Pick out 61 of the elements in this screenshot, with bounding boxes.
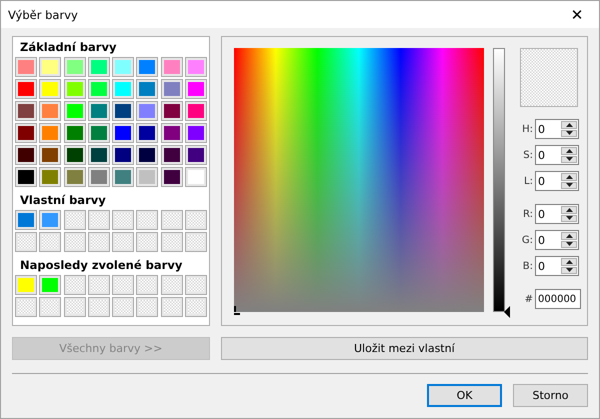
caret-up-icon bbox=[566, 174, 572, 179]
caret-up-icon bbox=[566, 148, 572, 153]
empty-swatch[interactable] bbox=[39, 297, 62, 317]
spin-field[interactable]: 0 bbox=[535, 230, 579, 250]
field-label: R: bbox=[522, 208, 534, 220]
spin-field[interactable]: 0 bbox=[535, 256, 579, 276]
hex-field[interactable]: 000000 bbox=[535, 289, 581, 309]
section-heading: Základní barvy bbox=[19, 40, 118, 56]
close-button[interactable]: ✕ bbox=[555, 6, 599, 24]
spin-up-button[interactable] bbox=[561, 206, 577, 214]
dialog-button[interactable]: Storno bbox=[513, 384, 588, 407]
empty-swatch[interactable] bbox=[160, 232, 183, 252]
spin-up-button[interactable] bbox=[561, 258, 577, 266]
spin-down-button[interactable] bbox=[561, 130, 577, 137]
caret-up-icon bbox=[566, 260, 572, 264]
field-label: # bbox=[524, 294, 534, 304]
field-label: L: bbox=[523, 176, 534, 186]
spin-field[interactable]: 0 bbox=[535, 145, 579, 165]
caret-down-icon bbox=[566, 242, 572, 246]
caret-up-icon bbox=[566, 234, 572, 238]
caret-up-icon bbox=[566, 122, 572, 127]
spin-down-button[interactable] bbox=[561, 182, 577, 189]
empty-swatch[interactable] bbox=[160, 210, 183, 230]
spin-field[interactable]: 0 bbox=[535, 119, 579, 139]
spin-down-button[interactable] bbox=[561, 156, 577, 163]
caret-down-icon bbox=[566, 216, 572, 220]
save-custom-button[interactable]: Uložit mezi vlastní bbox=[220, 337, 588, 360]
field-label: G: bbox=[520, 234, 534, 246]
field-label: S: bbox=[522, 150, 534, 160]
crosshair-icon[interactable] bbox=[234, 306, 243, 315]
caret-down-icon bbox=[566, 268, 572, 272]
empty-swatch[interactable] bbox=[160, 275, 183, 295]
caret-down-icon bbox=[566, 157, 572, 162]
empty-swatch[interactable] bbox=[185, 275, 208, 295]
empty-swatch[interactable] bbox=[39, 232, 62, 252]
luminance-arrow[interactable] bbox=[504, 306, 510, 318]
section-heading: Naposledy zvolené barvy bbox=[19, 258, 184, 274]
caret-up-icon bbox=[566, 208, 572, 212]
spin-field[interactable]: 0 bbox=[535, 204, 579, 224]
spin-up-button[interactable] bbox=[561, 147, 577, 154]
empty-swatch[interactable] bbox=[15, 232, 37, 252]
spin-down-button[interactable] bbox=[561, 266, 577, 274]
section-heading: Vlastní barvy bbox=[19, 193, 107, 209]
window-title: Výběr barvy bbox=[8, 8, 78, 22]
caret-down-icon bbox=[566, 131, 572, 136]
caret-down-icon bbox=[566, 183, 572, 188]
field-label: H: bbox=[521, 124, 534, 134]
color-preview bbox=[520, 48, 578, 107]
field-label: B: bbox=[522, 260, 534, 272]
spin-field[interactable]: 0 bbox=[535, 171, 579, 191]
spin-down-button[interactable] bbox=[561, 240, 577, 248]
spin-down-button[interactable] bbox=[561, 214, 577, 222]
spin-up-button[interactable] bbox=[561, 173, 577, 180]
empty-swatch[interactable] bbox=[185, 232, 208, 252]
spin-up-button[interactable] bbox=[561, 121, 577, 128]
spin-up-button[interactable] bbox=[561, 232, 577, 240]
empty-swatch[interactable] bbox=[15, 297, 37, 317]
dialog-button[interactable]: OK bbox=[427, 384, 502, 407]
empty-swatch[interactable] bbox=[185, 210, 208, 230]
empty-swatch[interactable] bbox=[160, 297, 183, 317]
empty-swatch[interactable] bbox=[185, 297, 208, 317]
